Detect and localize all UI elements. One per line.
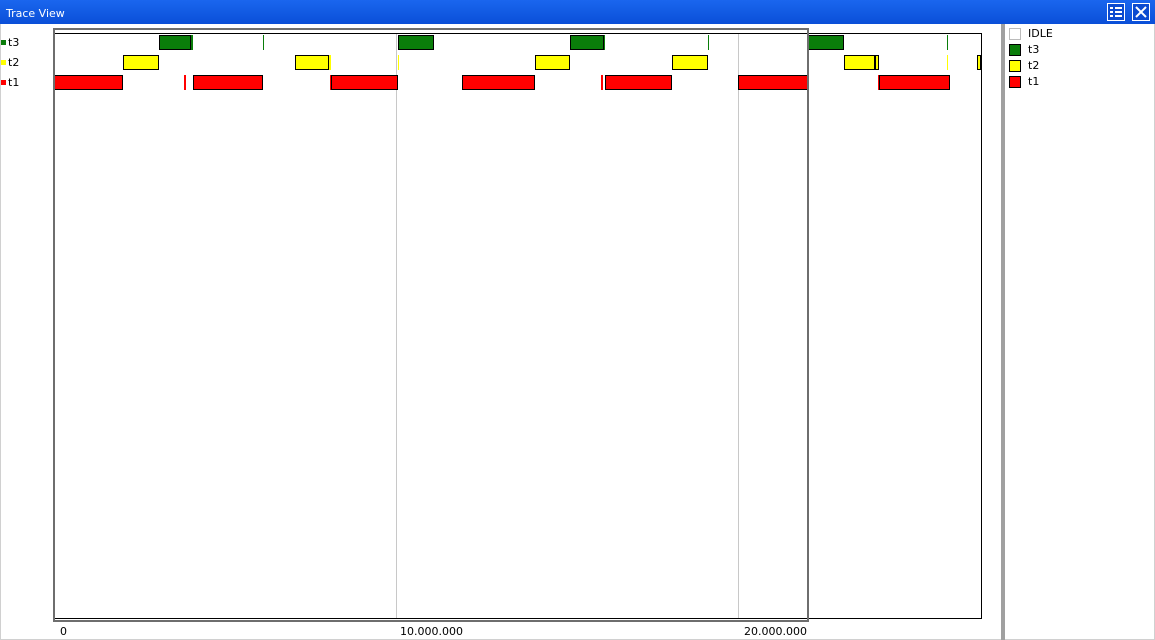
list-settings-button[interactable]: [1107, 3, 1125, 21]
window-title: Trace View: [6, 7, 65, 20]
legend-splitter[interactable]: [1001, 24, 1005, 640]
row-swatch-t1: [1, 79, 6, 85]
close-icon: [1135, 6, 1147, 18]
trace-bar-t2[interactable]: [977, 55, 981, 70]
legend-label: IDLE: [1028, 27, 1053, 40]
legend-item-t3[interactable]: t3: [1009, 43, 1039, 56]
legend-label: t3: [1028, 43, 1040, 56]
row-label-text: t2: [8, 56, 20, 69]
legend-label: t2: [1028, 59, 1040, 72]
trace-bar-t3[interactable]: [808, 35, 845, 50]
x-tick-label-0: 0: [60, 625, 67, 638]
legend-swatch: [1009, 43, 1021, 56]
legend-item-t2[interactable]: t2: [1009, 59, 1039, 72]
row-label-t2[interactable]: t2: [1, 57, 19, 69]
trace-bar-t2[interactable]: [844, 55, 875, 70]
row-label-t3[interactable]: t3: [1, 37, 19, 49]
legend-swatch: [1009, 75, 1021, 88]
legend-swatch: [1009, 27, 1021, 40]
row-swatch-t2: [1, 59, 6, 65]
legend-item-idle[interactable]: IDLE: [1009, 27, 1053, 40]
row-label-text: t3: [8, 36, 20, 49]
visible-range-frame[interactable]: [53, 28, 809, 622]
list-settings-icon: [1110, 7, 1122, 17]
trace-bar-t2[interactable]: [946, 55, 948, 70]
window-titlebar: Trace View: [0, 0, 1155, 24]
legend-swatch: [1009, 59, 1021, 72]
trace-bar-t1[interactable]: [879, 75, 951, 90]
x-tick-label-20000000: 20.000.000: [744, 625, 807, 638]
trace-bar-t2[interactable]: [874, 55, 880, 70]
row-label-t1[interactable]: t1: [1, 77, 19, 89]
legend-label: t1: [1028, 75, 1040, 88]
row-swatch-t3: [1, 39, 6, 45]
row-label-text: t1: [8, 76, 20, 89]
close-button[interactable]: [1132, 3, 1150, 21]
trace-bar-t3[interactable]: [947, 35, 949, 50]
legend-item-t1[interactable]: t1: [1009, 75, 1039, 88]
x-tick-label-10000000: 10.000.000: [400, 625, 463, 638]
